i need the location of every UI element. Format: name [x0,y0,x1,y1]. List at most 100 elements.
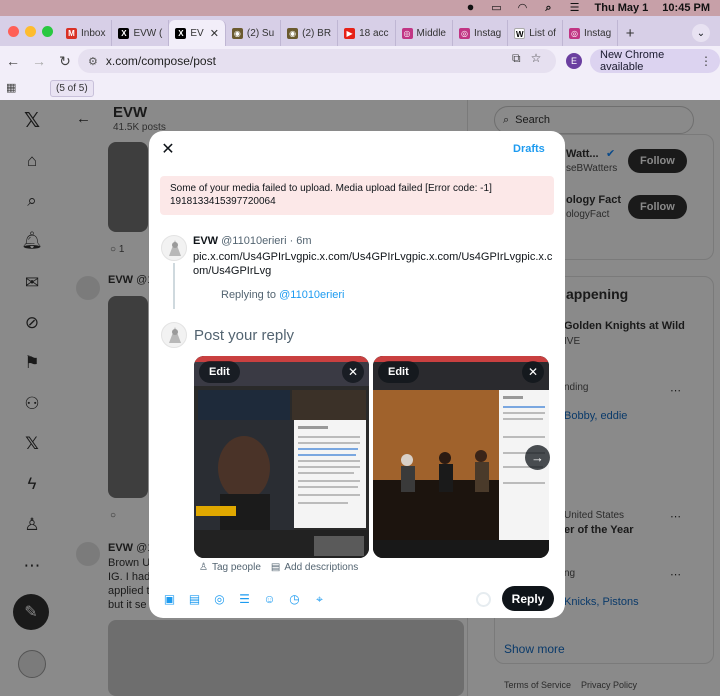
timeline-post-image[interactable] [108,142,148,232]
trend-title[interactable]: Golden Knights at Wild [564,320,685,332]
timeline-post-image[interactable] [108,296,148,498]
address-bar-actions: ⧉ ☆ [512,51,541,66]
zoom-window-button[interactable] [42,26,53,37]
communities-icon[interactable]: ⚇ [20,392,44,416]
drafts-button[interactable]: Drafts [513,143,545,155]
reply-icon: ○ [110,244,119,255]
follow-button[interactable]: Follow [628,149,687,173]
tab-instagram-2[interactable]: ◎ Instag [563,20,619,46]
premium-x-icon[interactable]: 𝕏 [20,432,44,456]
x-logo-icon[interactable]: 𝕏 [20,108,44,132]
composer-avatar[interactable] [161,322,187,348]
tab-x-active[interactable]: X EV ✕ [169,20,226,46]
tab-br[interactable]: ◉ (2) BR [281,20,339,46]
new-tab-button[interactable]: + [618,20,642,46]
trend-related-links[interactable]: Knicks, Pistons [564,596,639,608]
record-icon[interactable]: ⏺ [465,2,477,14]
tab-x-evw[interactable]: X EVW ( [112,20,170,46]
minimize-window-button[interactable] [25,26,36,37]
replying-to-line: Replying to @11010erieri [221,289,345,301]
reload-icon[interactable]: ↻ [52,48,78,74]
site-icon: ◉ [287,27,299,39]
next-media-arrow-icon[interactable]: → [525,445,550,470]
tab-instagram[interactable]: ◎ Instag [453,20,509,46]
profile-title: EVW [113,104,148,121]
close-tab-icon[interactable]: ✕ [210,27,219,40]
tag-people-button[interactable]: ♙ Tag people [199,562,261,573]
trend-more-icon[interactable]: ⋯ [670,384,681,397]
poll-icon[interactable]: ☰ [236,591,253,608]
tray-icon[interactable]: ▭ [491,2,503,14]
grok-icon[interactable]: ◎ [211,591,228,608]
chrome-profile-avatar[interactable]: E [566,53,582,69]
notifications-bell-icon[interactable]: 🔔︎ [20,229,44,253]
parent-author-name[interactable]: EVW [193,235,218,247]
post-author-avatar[interactable] [76,542,100,566]
replying-to-handle[interactable]: @11010erieri [279,289,344,301]
parent-post-time: · 6m [289,235,312,247]
compose-post-button[interactable]: ✎ [13,594,49,630]
location-icon[interactable]: ⌖ [311,591,328,608]
edit-media-button[interactable]: Edit [199,361,240,383]
suggested-account-name[interactable]: Watt... [566,148,599,160]
address-bar[interactable]: ⚙ x.com/compose/post [78,49,556,73]
grok-icon[interactable]: ⊘ [20,311,44,335]
timeline-post-image[interactable] [108,620,464,696]
image-icon[interactable]: ▣ [161,591,178,608]
follow-button[interactable]: Follow [628,195,687,219]
trend-more-icon[interactable]: ⋯ [670,510,681,523]
search-input[interactable]: ⌕ Search [494,106,694,134]
remove-media-icon[interactable]: ✕ [522,361,544,383]
search-icon[interactable]: ⌕ [543,2,555,14]
add-descriptions-button[interactable]: ▤ Add descriptions [271,562,358,573]
explore-search-icon[interactable]: ⌕ [20,189,44,213]
privacy-policy-link[interactable]: Privacy Policy [581,680,637,690]
tab-instagram-middle[interactable]: ◎ Middle [396,20,453,46]
suggested-account-handle: ologyFact [566,209,610,220]
install-app-icon[interactable]: ⧉ [512,51,521,66]
reply-icon[interactable]: ○ [110,510,116,521]
tab-su[interactable]: ◉ (2) Su [226,20,282,46]
bookmarks-icon[interactable]: ⚑ [20,351,44,375]
terms-of-service-link[interactable]: Terms of Service [504,680,571,690]
back-arrow-icon[interactable]: ← [76,110,91,127]
reply-count[interactable]: ○ 1 [110,244,124,255]
forward-arrow-icon[interactable]: → [26,48,52,74]
parent-post-avatar[interactable] [161,235,187,261]
attached-media-2[interactable]: Edit ✕ [373,356,549,558]
apps-grid-icon[interactable]: ▦ [6,81,16,94]
chrome-menu-icon[interactable]: ⋮ [700,54,712,68]
gif-icon[interactable]: ▤ [186,591,203,608]
remove-media-icon[interactable]: ✕ [342,361,364,383]
schedule-icon[interactable]: ◷ [286,591,303,608]
post-author-avatar[interactable] [76,276,100,300]
close-modal-icon[interactable]: ✕ [159,141,177,159]
trend-title[interactable]: er of the Year [564,524,634,536]
verified-orgs-lightning-icon[interactable]: ϟ [20,472,44,496]
tab-youtube[interactable]: ▶ 18 acc [338,20,396,46]
edit-media-button[interactable]: Edit [378,361,419,383]
show-more-link[interactable]: Show more [504,642,565,656]
bookmark-star-icon[interactable]: ☆ [531,51,542,66]
reply-text-input[interactable]: Post your reply [194,327,294,344]
tab-search-chevron-icon[interactable]: ⌄ [692,24,710,42]
emoji-icon[interactable]: ☺ [261,591,278,608]
wifi-icon[interactable]: ◠ [517,2,529,14]
trend-related-links[interactable]: Bobby, eddie [564,410,627,422]
tab-wikipedia[interactable]: W List of [508,20,563,46]
tab-gmail-inbox[interactable]: M Inbox [60,20,113,46]
account-avatar[interactable] [18,650,46,678]
trend-more-icon[interactable]: ⋯ [670,568,681,581]
back-arrow-icon[interactable]: ← [0,48,26,74]
reply-button[interactable]: Reply [502,586,554,611]
site-info-icon[interactable]: ⚙ [88,55,98,68]
parent-author-handle[interactable]: @11010erieri [221,235,286,247]
control-center-icon[interactable]: ☰ [569,2,581,14]
home-icon[interactable]: ⌂ [20,149,44,173]
profile-icon[interactable]: ♙ [20,513,44,537]
close-window-button[interactable] [8,26,19,37]
more-circle-icon[interactable]: ⋯ [20,554,44,578]
suggested-account-name[interactable]: ology Fact [566,194,621,206]
messages-envelope-icon[interactable]: ✉ [20,271,44,295]
attached-media-1[interactable]: Edit ✕ [194,356,369,558]
